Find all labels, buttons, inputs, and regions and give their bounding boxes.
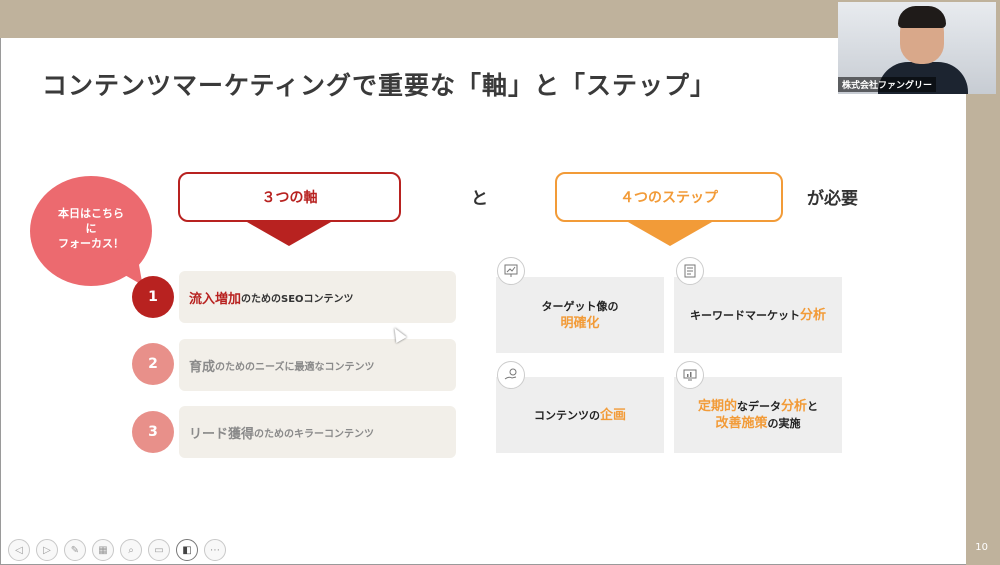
axis-number-2: 2 — [132, 343, 174, 385]
axis-number-3: 3 — [132, 411, 174, 453]
axis-item-highlight: 育成 — [189, 359, 216, 375]
and-connector: と — [471, 189, 488, 209]
step-text: と — [807, 400, 819, 413]
zoom-button[interactable]: ⌕ — [120, 539, 142, 561]
axis-item-highlight: 流入増加 — [189, 291, 242, 307]
step-text: の実施 — [767, 417, 801, 430]
step-highlight: 分析 — [781, 399, 808, 414]
chart-board-icon — [497, 257, 525, 285]
focus-bubble-text: 本日はこちら に フォーカス！ — [30, 206, 152, 251]
step-text: コンテンツの — [533, 408, 600, 422]
step-text: なデータ — [737, 400, 781, 413]
axis-item-highlight: リード獲得 — [189, 426, 255, 442]
step-card-planning: コンテンツの企画 — [496, 377, 664, 453]
axes-arrow — [247, 222, 331, 246]
presentation-controls: ◁ ▷ ✎ ▦ ⌕ ▭ ◧ ⋯ — [8, 539, 226, 561]
hand-idea-icon — [497, 361, 525, 389]
axis-item-lead: リード獲得 のためのキラーコンテンツ — [179, 406, 456, 458]
axis-item-text: のためのキラーコンテンツ — [254, 428, 375, 440]
right-band — [966, 38, 1000, 565]
bubble-line-2: に — [85, 222, 97, 235]
step-text: キーワードマーケット — [689, 308, 800, 322]
axis-number-1: 1 — [132, 276, 174, 318]
axis-item-nurture: 育成 のためのニーズに最適なコンテンツ — [179, 339, 456, 391]
monitor-chart-icon — [676, 361, 704, 389]
axis-item-text: のためのSEOコンテンツ — [241, 293, 354, 305]
steps-heading: ４つのステップ — [555, 172, 783, 222]
step-text: ターゲット像の — [541, 300, 619, 313]
steps-arrow — [628, 222, 712, 246]
more-options-button[interactable]: ⋯ — [204, 539, 226, 561]
step-card-keyword: キーワードマーケット分析 — [674, 277, 842, 353]
document-icon — [676, 257, 704, 285]
step-highlight: 定期的 — [697, 399, 737, 414]
bubble-line-3: フォーカス！ — [58, 237, 124, 250]
slide-page-number: 10 — [975, 542, 988, 553]
slide-title: コンテンツマーケティングで重要な「軸」と「ステップ」 — [42, 71, 717, 100]
pen-tool-button[interactable]: ✎ — [64, 539, 86, 561]
next-slide-button[interactable]: ▷ — [36, 539, 58, 561]
axes-heading: ３つの軸 — [178, 172, 401, 222]
bubble-line-1: 本日はこちら — [58, 207, 124, 220]
step-card-improvement: 定期的なデータ分析と 改善施策の実施 — [674, 377, 842, 453]
axis-item-text: のためのニーズに最適なコンテンツ — [215, 361, 375, 373]
participant-video[interactable]: 株式会社ファングリー — [838, 2, 996, 94]
prev-slide-button[interactable]: ◁ — [8, 539, 30, 561]
step-highlight: 改善施策 — [715, 416, 768, 431]
step-highlight: 明確化 — [560, 316, 600, 331]
slide-grid-button[interactable]: ▦ — [92, 539, 114, 561]
required-text: が必要 — [807, 189, 858, 209]
subtitles-button[interactable]: ▭ — [148, 539, 170, 561]
camera-button[interactable]: ◧ — [176, 539, 198, 561]
step-card-target: ターゲット像の 明確化 — [496, 277, 664, 353]
step-highlight: 企画 — [599, 407, 626, 423]
participant-name: 株式会社ファングリー — [838, 77, 937, 92]
person-hair — [898, 6, 946, 28]
step-highlight: 分析 — [799, 307, 826, 323]
axis-item-seo: 流入増加 のためのSEOコンテンツ — [179, 271, 456, 323]
